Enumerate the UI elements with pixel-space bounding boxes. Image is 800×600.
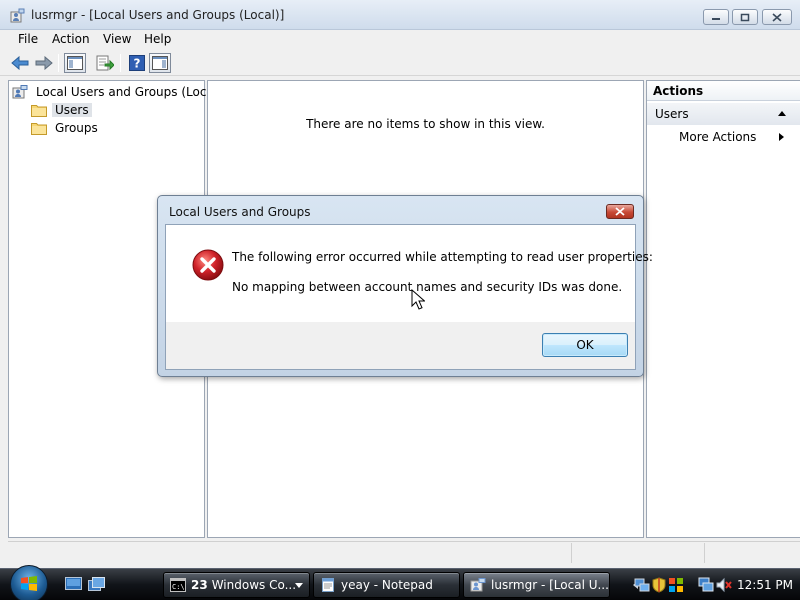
dialog-title: Local Users and Groups xyxy=(169,205,311,219)
tree-label-root: Local Users and Groups (Local) xyxy=(36,84,222,99)
actions-section-label: Users xyxy=(655,107,689,121)
window-title: lusrmgr - [Local Users and Groups (Local… xyxy=(31,8,285,22)
toolbar-separator xyxy=(120,54,121,72)
show-desktop-icon[interactable] xyxy=(65,577,82,592)
close-icon xyxy=(615,207,625,216)
menu-help[interactable]: Help xyxy=(144,32,171,46)
error-dialog: Local Users and Groups The following err… xyxy=(157,195,653,377)
actions-section-users[interactable]: Users xyxy=(647,103,800,125)
status-bar xyxy=(8,541,800,564)
error-message-line-1: The following error occurred while attem… xyxy=(232,250,653,264)
cmd-icon: C:\ xyxy=(170,578,186,592)
maximize-icon xyxy=(740,13,750,21)
minimize-icon xyxy=(712,18,720,20)
task-label: lusrmgr - [Local U... xyxy=(491,578,609,592)
collapse-arrow-icon[interactable] xyxy=(778,111,786,116)
taskbar-button-lusrmgr[interactable]: lusrmgr - [Local U... xyxy=(463,572,610,598)
tree-item-root[interactable]: Local Users and Groups (Local) xyxy=(12,83,225,100)
lusrmgr-icon xyxy=(470,578,486,592)
back-icon xyxy=(11,56,29,70)
forward-icon xyxy=(35,56,53,70)
empty-view-message: There are no items to show in this view. xyxy=(306,117,545,131)
network-connections-icon[interactable] xyxy=(698,577,714,593)
mouse-cursor-icon xyxy=(411,289,425,310)
export-list-icon xyxy=(96,55,114,71)
submenu-arrow-icon xyxy=(779,133,784,141)
show-hide-console-tree-button[interactable] xyxy=(64,53,86,73)
actions-pane: Actions Users More Actions xyxy=(646,80,800,538)
dialog-message-area: The following error occurred while attem… xyxy=(166,225,653,322)
task-label: yeay - Notepad xyxy=(341,578,433,592)
notepad-icon xyxy=(322,578,334,592)
maximize-button[interactable] xyxy=(732,9,758,25)
switch-windows-icon[interactable] xyxy=(88,577,105,592)
toolbar-separator xyxy=(58,54,59,72)
menu-bar: File Action View Help xyxy=(0,30,800,50)
folder-icon xyxy=(31,122,47,135)
windows-logo-icon xyxy=(21,576,37,591)
security-shield-icon[interactable] xyxy=(651,577,667,593)
ok-button[interactable]: OK xyxy=(542,333,628,357)
lusrmgr-app-icon xyxy=(10,8,25,23)
task-group-count: 23 xyxy=(191,578,208,592)
taskbar: C:\ 23 Windows Co... yeay - Notepad lusr… xyxy=(0,565,800,600)
network-tray-icon[interactable] xyxy=(634,577,650,593)
taskbar-button-notepad[interactable]: yeay - Notepad xyxy=(313,572,460,598)
task-label: Windows Co... xyxy=(211,578,297,592)
status-bar-divider xyxy=(571,543,572,563)
error-icon xyxy=(192,249,224,281)
clock[interactable]: 12:51 PM xyxy=(737,578,793,592)
forward-button[interactable] xyxy=(33,53,55,73)
export-list-button[interactable] xyxy=(94,53,116,73)
svg-text:C:\: C:\ xyxy=(172,583,185,591)
windows-update-icon[interactable] xyxy=(668,577,684,593)
menu-file[interactable]: File xyxy=(18,32,38,46)
close-button[interactable] xyxy=(762,9,792,25)
help-button[interactable]: ? xyxy=(126,53,148,73)
taskbar-button-command-prompt[interactable]: C:\ 23 Windows Co... xyxy=(163,572,310,598)
help-icon: ? xyxy=(129,55,145,71)
local-users-groups-icon xyxy=(12,84,28,98)
menu-action[interactable]: Action xyxy=(52,32,90,46)
close-icon xyxy=(772,12,782,22)
menu-view[interactable]: View xyxy=(103,32,131,46)
title-bar[interactable]: lusrmgr - [Local Users and Groups (Local… xyxy=(0,0,800,30)
back-button[interactable] xyxy=(9,53,31,73)
show-hide-console-tree-icon xyxy=(67,56,83,70)
svg-text:?: ? xyxy=(134,57,141,71)
tree-item-groups[interactable]: Groups xyxy=(31,119,101,136)
tree-label-groups: Groups xyxy=(55,120,98,135)
folder-icon xyxy=(31,104,47,117)
show-hide-action-pane-button[interactable] xyxy=(149,53,171,73)
show-hide-action-pane-icon xyxy=(152,56,168,70)
toolbar: ? xyxy=(0,51,800,76)
dialog-close-button[interactable] xyxy=(606,204,634,219)
start-button[interactable] xyxy=(10,565,48,600)
status-bar-divider xyxy=(704,543,705,563)
actions-header: Actions xyxy=(647,81,800,101)
group-dropdown-arrow-icon xyxy=(295,583,303,588)
dialog-client-area: The following error occurred while attem… xyxy=(165,224,653,370)
tree-item-users[interactable]: Users xyxy=(31,101,92,118)
tree-label-users: Users xyxy=(52,102,92,117)
minimize-button[interactable] xyxy=(703,9,729,25)
notification-area: 12:51 PM xyxy=(625,569,800,600)
volume-muted-icon[interactable] xyxy=(716,577,732,593)
error-message-line-2: No mapping between account names and sec… xyxy=(232,280,623,294)
more-actions-item[interactable]: More Actions xyxy=(679,130,756,144)
